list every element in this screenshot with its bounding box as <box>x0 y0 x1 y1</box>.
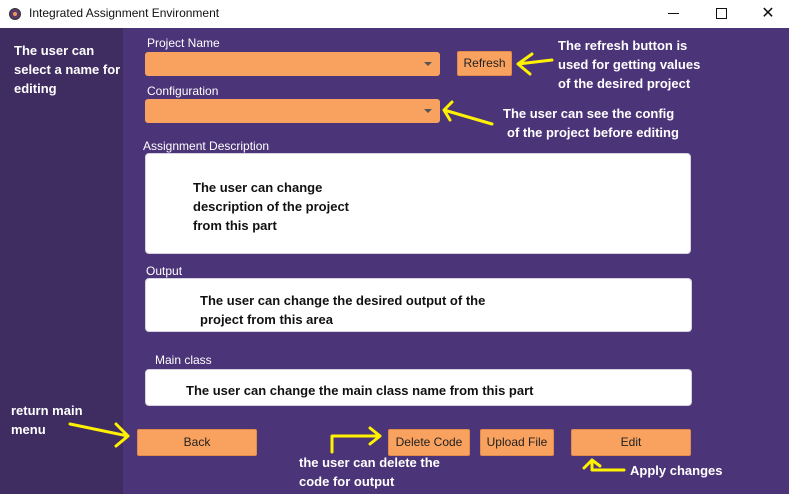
annotation-line: code for output <box>299 474 395 489</box>
title-bar: Integrated Assignment Environment ✕ <box>0 0 789 28</box>
annotation-line: editing <box>14 81 57 96</box>
annotation-line: return main <box>11 403 83 418</box>
annotation-delete: the user can delete the code for output <box>299 453 440 491</box>
annotation-line: of the desired project <box>558 76 691 91</box>
maximize-icon <box>716 8 727 19</box>
annotation-line: description of the project <box>193 199 350 214</box>
minimize-button[interactable] <box>651 0 697 28</box>
project-name-dropdown[interactable] <box>145 52 440 76</box>
edit-button[interactable]: Edit <box>571 429 691 456</box>
annotation-line: from this part <box>193 218 277 233</box>
annotation-line: The user can see the config <box>503 106 675 121</box>
annotation-line: select a name for <box>14 62 121 77</box>
annotation-description: The user can change description of the p… <box>193 178 349 235</box>
upload-file-button-label: Upload File <box>486 435 548 449</box>
main-panel <box>123 28 789 494</box>
annotation-line: menu <box>11 422 46 437</box>
delete-code-button-label: Delete Code <box>395 435 463 449</box>
output-label: Output <box>146 264 183 278</box>
annotation-line: project from this area <box>200 312 333 327</box>
annotation-line: of the project before editing <box>507 125 679 140</box>
description-label: Assignment Description <box>143 139 270 153</box>
annotation-line: used for getting values <box>558 57 701 72</box>
annotation-line: The user can change the desired output o… <box>200 293 486 308</box>
edit-button-label: Edit <box>620 435 642 449</box>
main-class-label: Main class <box>155 353 212 367</box>
configuration-dropdown[interactable] <box>145 99 440 123</box>
chevron-down-icon <box>424 62 432 66</box>
annotation-line: the user can delete the <box>299 455 440 470</box>
annotation-apply: Apply changes <box>630 463 723 478</box>
refresh-button[interactable]: Refresh <box>457 51 512 76</box>
annotation-main-class: The user can change the main class name … <box>186 383 534 398</box>
annotation-refresh: The refresh button is used for getting v… <box>558 36 700 93</box>
minimize-icon <box>668 13 679 14</box>
annotation-line: The user can change <box>193 180 323 195</box>
upload-file-button[interactable]: Upload File <box>480 429 554 456</box>
app-icon <box>9 8 21 20</box>
back-button-label: Back <box>183 435 211 449</box>
back-button[interactable]: Back <box>137 429 257 456</box>
close-button[interactable]: ✕ <box>745 0 789 28</box>
annotation-output: The user can change the desired output o… <box>200 291 485 329</box>
annotation-select-name: The user can select a name for editing <box>14 41 120 98</box>
configuration-label: Configuration <box>147 84 219 98</box>
annotation-line: The refresh button is <box>558 38 688 53</box>
project-name-label: Project Name <box>147 36 220 50</box>
annotation-line: The user can <box>14 43 95 58</box>
close-icon: ✕ <box>761 5 775 22</box>
window-title: Integrated Assignment Environment <box>29 6 220 20</box>
refresh-button-label: Refresh <box>463 56 506 70</box>
delete-code-button[interactable]: Delete Code <box>388 429 470 456</box>
annotation-config: The user can see the config of the proje… <box>503 104 679 142</box>
chevron-down-icon <box>424 109 432 113</box>
annotation-return: return main menu <box>11 401 83 439</box>
maximize-button[interactable] <box>699 0 745 28</box>
